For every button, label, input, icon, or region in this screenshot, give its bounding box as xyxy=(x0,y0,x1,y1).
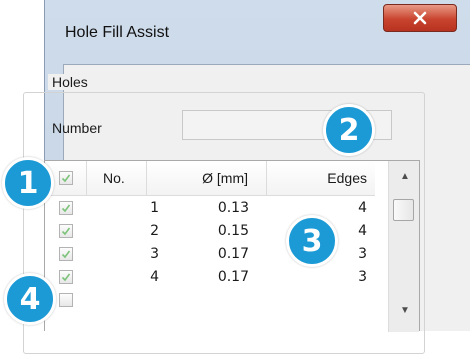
column-header-edges[interactable]: Edges xyxy=(267,161,375,195)
row-checkbox[interactable] xyxy=(59,293,73,307)
check-icon xyxy=(61,227,71,236)
scrollbar-thumb[interactable] xyxy=(393,199,414,221)
close-icon xyxy=(413,11,427,25)
row-diameter: 0.13 xyxy=(217,200,249,216)
column-header-no[interactable]: No. xyxy=(87,161,147,195)
table-row[interactable] xyxy=(45,290,375,311)
row-checkbox[interactable] xyxy=(59,224,73,238)
select-all-checkbox[interactable] xyxy=(59,171,73,185)
column-header-edges-label: Edges xyxy=(327,170,367,186)
row-diameter: 0.17 xyxy=(217,246,249,262)
column-header-diameter[interactable]: Ø [mm] xyxy=(147,161,267,195)
title-bar[interactable]: Hole Fill Assist xyxy=(45,0,470,64)
holes-list[interactable]: No. Ø [mm] Edges 1 0.13 4 2 0.15 4 3 0.1… xyxy=(44,160,420,332)
close-button[interactable] xyxy=(383,4,457,32)
row-edges: 3 xyxy=(358,269,367,285)
list-header: No. Ø [mm] Edges xyxy=(45,161,375,196)
row-checkbox[interactable] xyxy=(59,247,73,261)
column-header-diameter-label: Ø [mm] xyxy=(202,170,248,186)
holes-group-label: Holes xyxy=(48,74,92,90)
scroll-down-icon[interactable]: ▼ xyxy=(400,305,410,316)
callout-badge-2: 2 xyxy=(323,104,375,156)
column-header-no-label: No. xyxy=(103,170,125,186)
window-title: Hole Fill Assist xyxy=(65,24,170,41)
callout-badge-1: 1 xyxy=(2,157,54,209)
row-diameter: 0.15 xyxy=(217,223,249,239)
check-icon xyxy=(61,273,71,282)
check-icon xyxy=(61,204,71,213)
table-row[interactable]: 4 0.17 3 xyxy=(45,267,375,288)
table-row[interactable]: 1 0.13 4 xyxy=(45,198,375,219)
callout-badge-4: 4 xyxy=(4,273,56,325)
scroll-up-icon[interactable]: ▲ xyxy=(400,171,410,182)
number-label: Number xyxy=(52,120,102,136)
callout-badge-3: 3 xyxy=(286,215,338,267)
check-icon xyxy=(61,250,71,259)
row-checkbox[interactable] xyxy=(59,270,73,284)
vertical-scrollbar[interactable]: ▲ ▼ xyxy=(388,161,419,332)
check-icon xyxy=(61,174,71,183)
row-checkbox[interactable] xyxy=(59,201,73,215)
row-diameter: 0.17 xyxy=(217,269,249,285)
